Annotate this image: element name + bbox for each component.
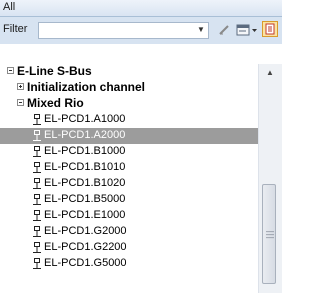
tree-panel: All Filter ▼ E-Line S-Bus Initialization…	[0, 0, 282, 293]
tree-item-label: EL-PCD1.B1000	[44, 145, 126, 157]
options-icon[interactable]	[235, 22, 259, 38]
collapse-icon[interactable]	[7, 67, 14, 74]
filter-label: Filter	[3, 23, 28, 35]
expand-icon[interactable]	[17, 83, 24, 90]
device-node-icon	[33, 194, 41, 205]
device-node-icon	[33, 114, 41, 125]
device-node-icon	[33, 146, 41, 157]
scrollbar-thumb[interactable]: — — —	[262, 184, 276, 284]
device-node-icon	[33, 130, 41, 141]
tree-item-label: EL-PCD1.A1000	[44, 113, 126, 125]
tree-node-label: Mixed Rio	[27, 96, 84, 110]
tree-item-label: EL-PCD1.G2000	[44, 225, 127, 237]
tree-item[interactable]: EL-PCD1.B1000	[0, 144, 258, 160]
tree-item[interactable]: EL-PCD1.G2200	[0, 240, 258, 256]
device-node-icon	[33, 242, 41, 253]
tree-item-label: EL-PCD1.B1010	[44, 161, 126, 173]
vertical-scrollbar[interactable]: ▲ — — —	[258, 64, 282, 293]
tree-item-label: EL-PCD1.G2200	[44, 241, 127, 253]
tree-node-label: E-Line S-Bus	[17, 64, 92, 78]
tree-node-root[interactable]: E-Line S-Bus	[0, 64, 258, 80]
highlight-icon[interactable]	[262, 21, 278, 37]
tree-item[interactable]: EL-PCD1.B5000	[0, 192, 258, 208]
tree-item-label: EL-PCD1.E1000	[44, 209, 126, 221]
tree-item[interactable]: EL-PCD1.E1000	[0, 208, 258, 224]
tree-item[interactable]: EL-PCD1.A1000	[0, 112, 258, 128]
filter-bar: Filter ▼	[0, 17, 282, 44]
clear-filter-icon[interactable]	[217, 23, 231, 37]
device-tree: E-Line S-Bus Initialization channel Mixe…	[0, 64, 258, 293]
grip-icon: — — —	[266, 227, 274, 242]
scroll-up-icon[interactable]: ▲	[259, 66, 281, 80]
tree-item-label: EL-PCD1.B5000	[44, 193, 126, 205]
tree-item[interactable]: EL-PCD1.G5000	[0, 256, 258, 272]
panel-title: All	[3, 1, 16, 13]
tree-item-label: EL-PCD1.B1020	[44, 177, 126, 189]
device-node-icon	[33, 226, 41, 237]
collapse-icon[interactable]	[17, 99, 24, 106]
tree-item-selected[interactable]: EL-PCD1.A2000	[0, 128, 258, 144]
chevron-down-icon[interactable]: ▼	[196, 24, 206, 36]
device-node-icon	[33, 258, 41, 269]
tree-node-group[interactable]: Initialization channel	[0, 80, 258, 96]
tree-node-group[interactable]: Mixed Rio	[0, 96, 258, 112]
tree-item-label: EL-PCD1.A2000	[44, 129, 126, 141]
tree-node-label: Initialization channel	[27, 80, 146, 94]
filter-input[interactable]	[38, 22, 209, 39]
tree-item[interactable]: EL-PCD1.B1010	[0, 160, 258, 176]
panel-header[interactable]: All	[0, 0, 282, 17]
tree-item[interactable]: EL-PCD1.G2000	[0, 224, 258, 240]
device-node-icon	[33, 178, 41, 189]
device-node-icon	[33, 210, 41, 221]
tree-item-label: EL-PCD1.G5000	[44, 257, 127, 269]
device-node-icon	[33, 162, 41, 173]
tree-item[interactable]: EL-PCD1.B1020	[0, 176, 258, 192]
